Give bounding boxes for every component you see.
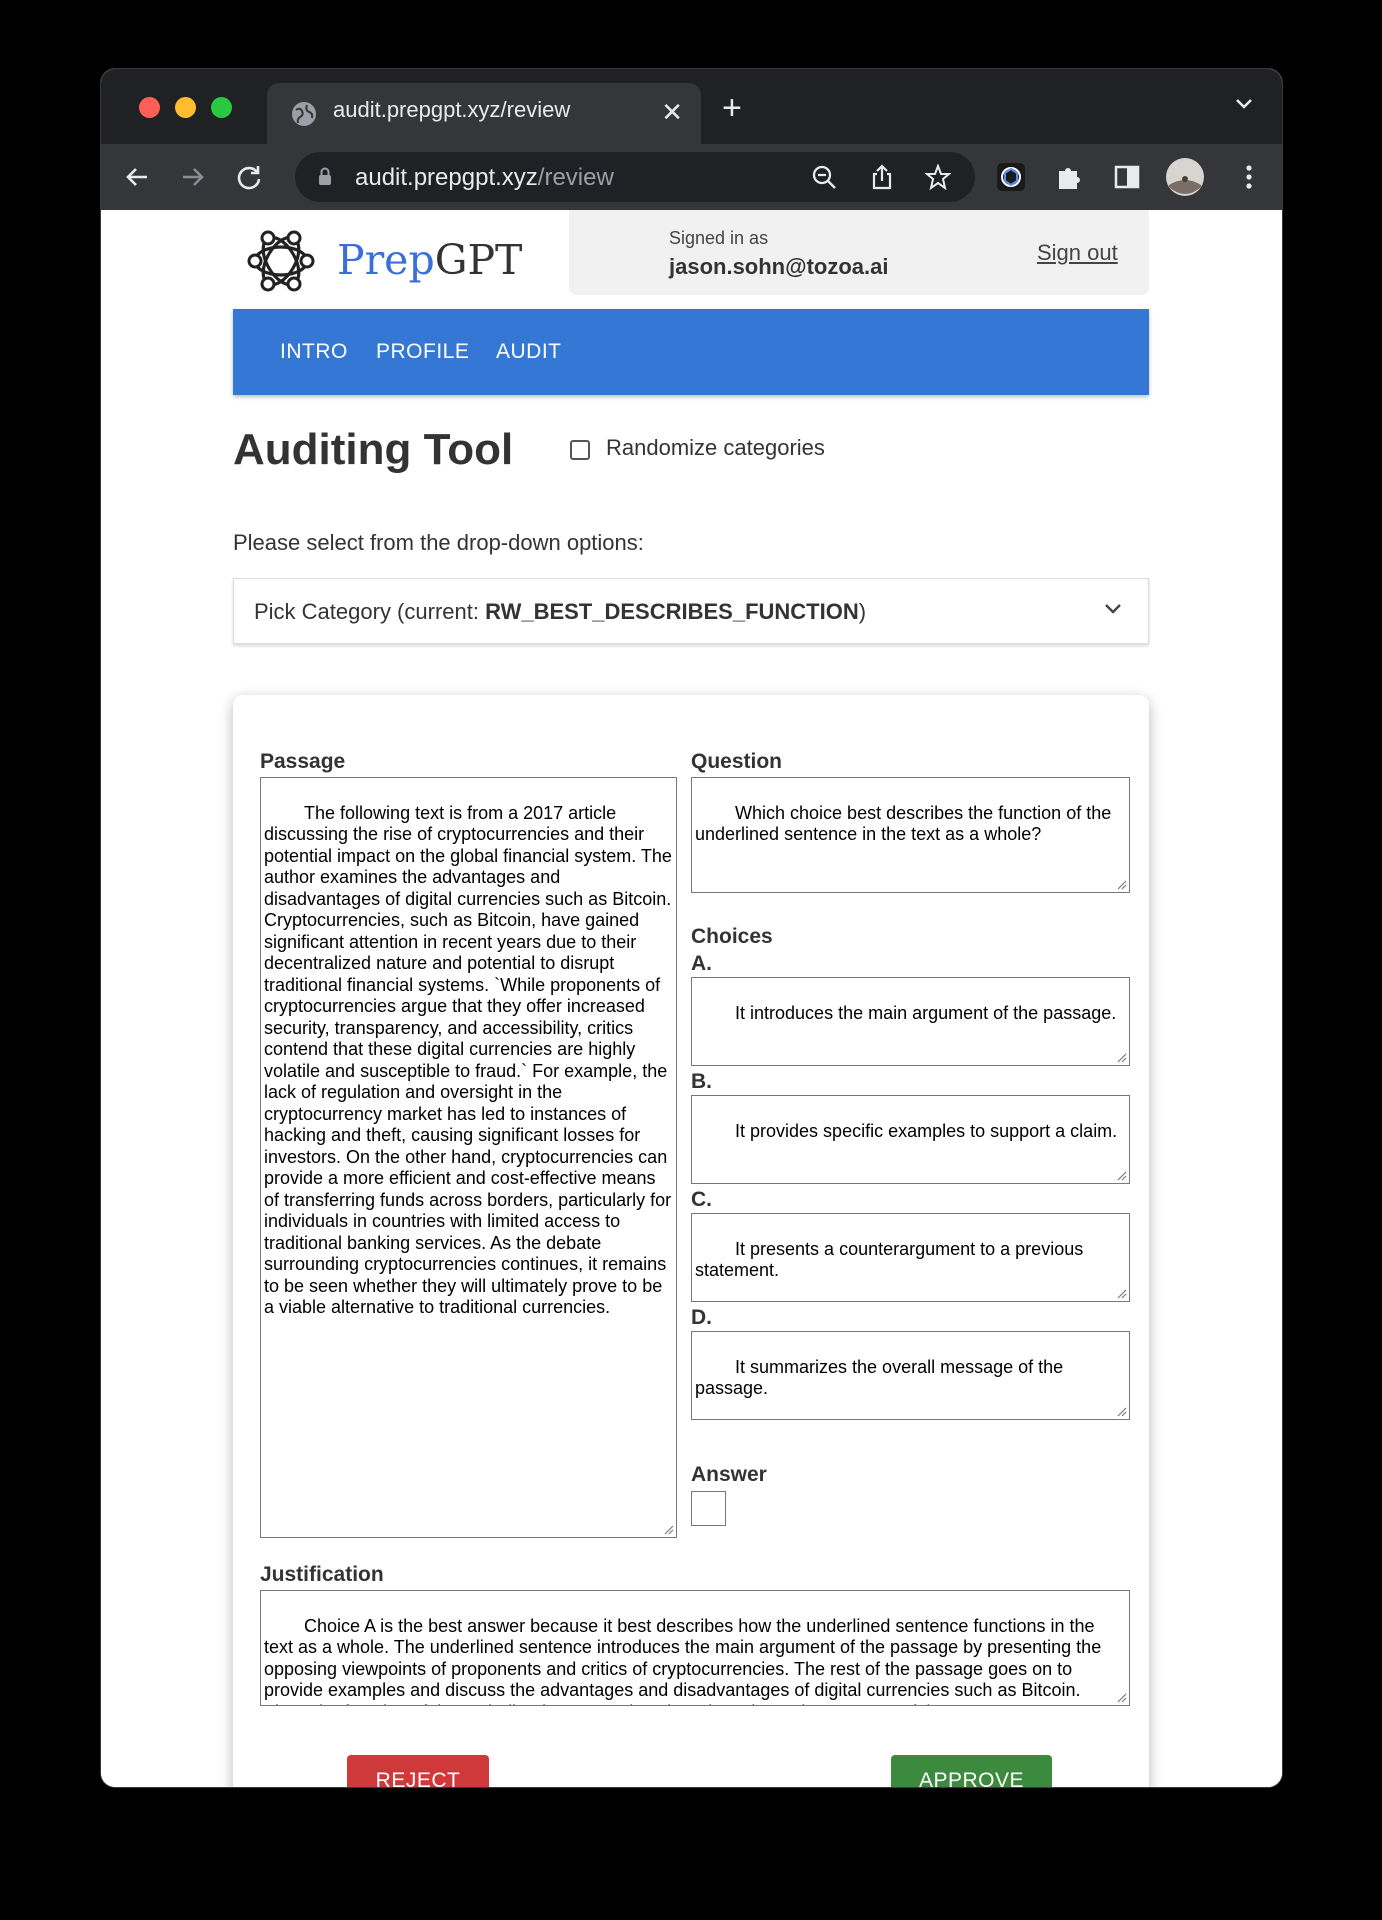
category-dropdown-text: Pick Category (current: RW_BEST_DESCRIBE…: [254, 599, 866, 625]
approve-button[interactable]: APPROVE: [891, 1755, 1052, 1787]
passage-text: The following text is from a 2017 articl…: [264, 802, 672, 1318]
randomize-checkbox[interactable]: [570, 440, 590, 460]
back-icon[interactable]: [121, 161, 153, 193]
choice-c-textarea[interactable]: It presents a counterargument to a previ…: [691, 1213, 1130, 1302]
tab-search-chevron-icon[interactable]: [1234, 97, 1254, 111]
choice-c-text: It presents a counterargument to a previ…: [695, 1238, 1089, 1281]
address-bar[interactable]: audit.prepgpt.xyz/review: [295, 152, 975, 202]
choice-d-textarea[interactable]: It summarizes the overall message of the…: [691, 1331, 1130, 1420]
main-nav: INTRO PROFILE AUDIT: [233, 309, 1149, 395]
choice-c-letter: C.: [691, 1188, 712, 1211]
url-text: audit.prepgpt.xyz/review: [355, 164, 614, 192]
choice-b-letter: B.: [691, 1070, 712, 1093]
select-prompt: Please select from the drop-down options…: [233, 530, 644, 555]
browser-tab[interactable]: audit.prepgpt.xyz/review ✕: [267, 83, 701, 144]
menu-kebab-icon[interactable]: [1233, 161, 1265, 193]
nav-intro[interactable]: INTRO: [280, 340, 348, 364]
randomize-label[interactable]: Randomize categories: [606, 435, 825, 461]
reject-button[interactable]: REJECT: [347, 1755, 489, 1787]
justification-textarea[interactable]: Choice A is the best answer because it b…: [260, 1590, 1130, 1706]
reload-icon[interactable]: [233, 161, 265, 193]
minimize-window-button[interactable]: [175, 97, 196, 118]
brand-gpt: GPT: [434, 236, 523, 284]
forward-icon[interactable]: [177, 161, 209, 193]
category-value: RW_BEST_DESCRIBES_FUNCTION: [485, 599, 859, 624]
review-card: Passage The following text is from a 201…: [233, 695, 1149, 1787]
prepgpt-logo-icon: [247, 230, 315, 292]
profile-avatar[interactable]: [1165, 157, 1205, 197]
page-title: Auditing Tool: [233, 425, 514, 474]
nav-audit[interactable]: AUDIT: [496, 340, 562, 364]
question-textarea[interactable]: Which choice best describes the function…: [691, 777, 1130, 893]
close-window-button[interactable]: [139, 97, 160, 118]
brand-name[interactable]: PrepGPT: [337, 236, 522, 284]
tab-close-icon[interactable]: ✕: [661, 97, 683, 127]
signin-panel: Signed in as jason.sohn@tozoa.ai Sign ou…: [569, 210, 1149, 295]
resize-grip-icon[interactable]: [1115, 1169, 1127, 1181]
tab-bar: audit.prepgpt.xyz/review ✕ +: [101, 69, 1282, 144]
passage-label: Passage: [260, 750, 346, 773]
justification-label: Justification: [260, 1563, 384, 1586]
extensions-puzzle-icon[interactable]: [1053, 161, 1085, 193]
browser-window: audit.prepgpt.xyz/review ✕ + audit.prepg…: [101, 69, 1282, 1787]
url-path: /review: [537, 164, 614, 191]
choice-b-text: It provides specific examples to support…: [735, 1120, 1118, 1141]
lock-icon[interactable]: [317, 166, 333, 186]
sign-out-link[interactable]: Sign out: [1037, 240, 1118, 266]
choice-b-textarea[interactable]: It provides specific examples to support…: [691, 1095, 1130, 1184]
url-host: audit.prepgpt.xyz: [355, 164, 538, 191]
resize-grip-icon[interactable]: [1115, 1691, 1127, 1703]
resize-grip-icon[interactable]: [1115, 878, 1127, 890]
choice-d-letter: D.: [691, 1306, 712, 1329]
resize-grip-icon[interactable]: [662, 1523, 674, 1535]
browser-toolbar: audit.prepgpt.xyz/review: [101, 144, 1282, 210]
share-icon[interactable]: [869, 164, 895, 190]
category-dropdown[interactable]: Pick Category (current: RW_BEST_DESCRIBE…: [233, 578, 1149, 644]
new-tab-icon[interactable]: +: [722, 91, 742, 125]
question-text: Which choice best describes the function…: [695, 802, 1117, 845]
choice-a-text: It introduces the main argument of the p…: [735, 1002, 1117, 1023]
signed-in-label: Signed in as: [669, 228, 769, 248]
side-panel-icon[interactable]: [1111, 161, 1143, 193]
resize-grip-icon[interactable]: [1115, 1405, 1127, 1417]
justification-text: Choice A is the best answer because it b…: [264, 1615, 1102, 1706]
answer-label: Answer: [691, 1463, 767, 1486]
page-viewport: PrepGPT Signed in as jason.sohn@tozoa.ai…: [101, 210, 1282, 1787]
category-suffix: ): [858, 599, 867, 624]
choice-d-text: It summarizes the overall message of the…: [695, 1356, 1069, 1399]
nav-profile[interactable]: PROFILE: [376, 340, 469, 364]
user-email: jason.sohn@tozoa.ai: [669, 254, 889, 279]
passage-textarea[interactable]: The following text is from a 2017 articl…: [260, 777, 677, 1538]
resize-grip-icon[interactable]: [1115, 1287, 1127, 1299]
brand-prep: Prep: [337, 236, 435, 284]
question-label: Question: [691, 750, 783, 773]
zoom-icon[interactable]: [811, 164, 837, 190]
answer-input[interactable]: A: [691, 1491, 726, 1526]
bookmark-star-icon[interactable]: [925, 164, 951, 190]
choice-a-letter: A.: [691, 952, 712, 975]
choices-label: Choices: [691, 925, 773, 948]
extension-openai-icon[interactable]: [995, 161, 1027, 193]
choice-a-textarea[interactable]: It introduces the main argument of the p…: [691, 977, 1130, 1066]
chevron-down-icon: [1105, 604, 1121, 614]
globe-icon: [292, 102, 316, 126]
maximize-window-button[interactable]: [211, 97, 232, 118]
category-prefix: Pick Category (current:: [254, 599, 486, 624]
tab-title: audit.prepgpt.xyz/review: [333, 97, 571, 122]
resize-grip-icon[interactable]: [1115, 1051, 1127, 1063]
